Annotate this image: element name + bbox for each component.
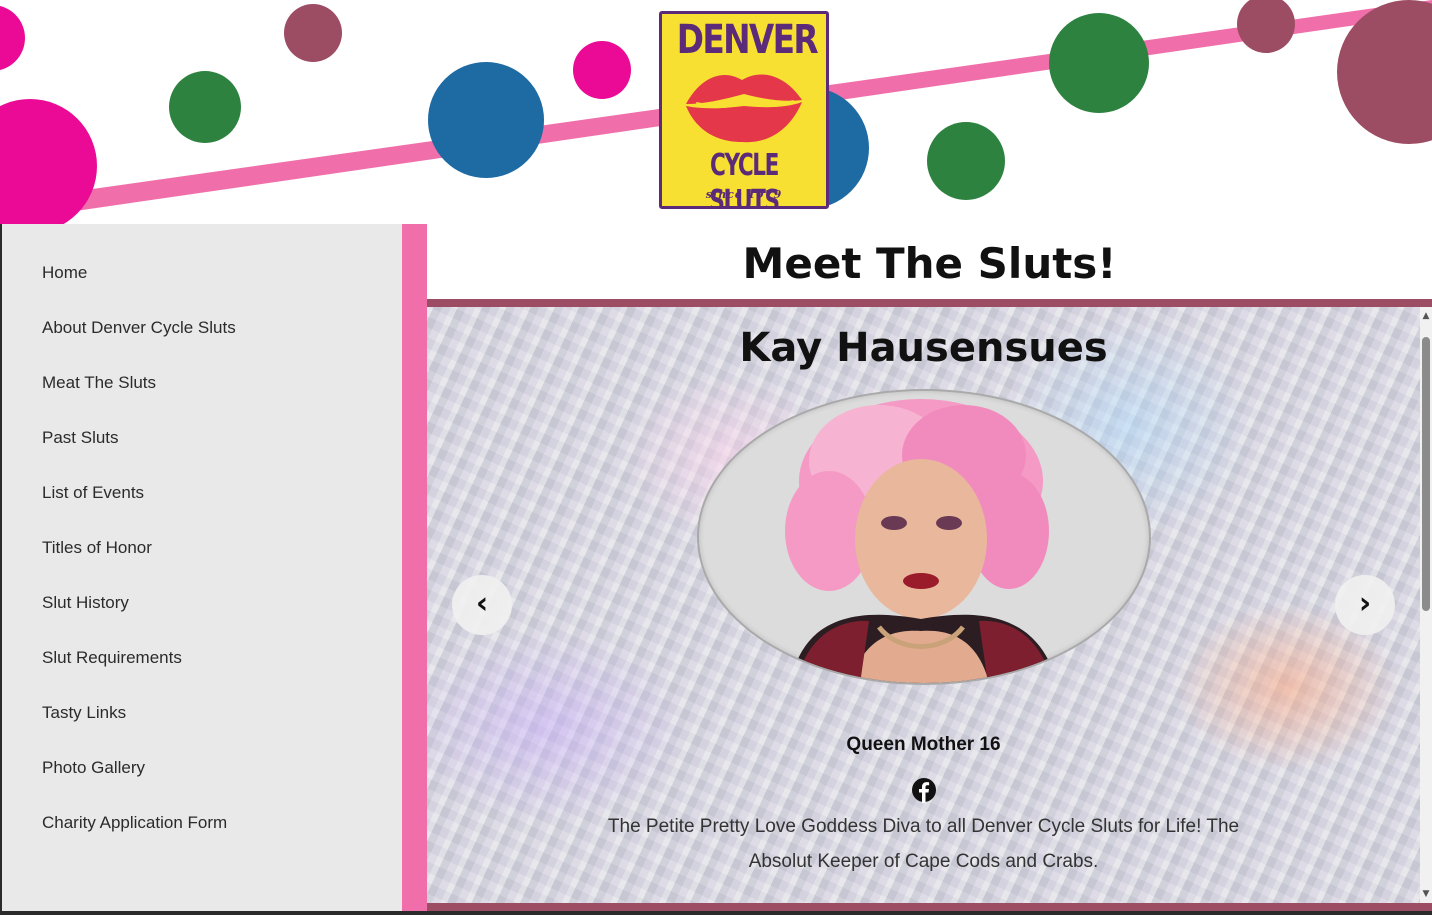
scroll-down-arrow-icon[interactable]: ▼: [1420, 887, 1432, 901]
sidebar-item-charity-form[interactable]: Charity Application Form: [42, 804, 427, 859]
site-header: DENVER CYCLE SLUTS since 1979: [0, 0, 1432, 224]
title-divider: [427, 299, 1432, 307]
member-photo: [697, 389, 1151, 685]
sidebar-item-events[interactable]: List of Events: [42, 474, 427, 529]
sidebar-item-meat-the-sluts[interactable]: Meat The Sluts: [42, 364, 427, 419]
sidebar-item-about[interactable]: About Denver Cycle Sluts: [42, 309, 427, 364]
logo-since: since 1979: [705, 188, 783, 201]
sidebar-item-gallery[interactable]: Photo Gallery: [42, 749, 427, 804]
member-description: The Petite Pretty Love Goddess Diva to a…: [607, 816, 1240, 872]
member-name: Kay Hausensues: [739, 325, 1108, 371]
main-content: Meet The Sluts! Kay Hausensues ‹ › Queen…: [427, 224, 1432, 915]
sidebar-item-titles[interactable]: Titles of Honor: [42, 529, 427, 584]
lips-icon: [686, 74, 802, 143]
page-bottom-edge: [0, 911, 1432, 915]
sidebar-item-links[interactable]: Tasty Links: [42, 694, 427, 749]
logo-text-top: DENVER: [676, 17, 819, 63]
page-title: Meet The Sluts!: [742, 239, 1117, 288]
portrait-illustration: [785, 399, 1057, 683]
scroll-up-arrow-icon[interactable]: ▲: [1420, 309, 1432, 323]
sidebar-item-history[interactable]: Slut History: [42, 584, 427, 639]
sidebar-nav: Home About Denver Cycle Sluts Meat The S…: [0, 224, 427, 915]
logo[interactable]: DENVER CYCLE SLUTS since 1979: [659, 11, 829, 209]
carousel-next-button[interactable]: ›: [1335, 575, 1395, 635]
member-carousel: Kay Hausensues ‹ › Queen Mother 16 The P…: [427, 307, 1420, 903]
carousel-scrollbar[interactable]: ▲ ▼: [1420, 307, 1432, 903]
sidebar-item-requirements[interactable]: Slut Requirements: [42, 639, 427, 694]
scrollbar-thumb[interactable]: [1422, 337, 1430, 611]
facebook-icon[interactable]: [911, 777, 937, 803]
member-title: Queen Mother 16: [846, 734, 1001, 755]
sidebar-item-home[interactable]: Home: [42, 254, 427, 309]
sidebar-item-past-sluts[interactable]: Past Sluts: [42, 419, 427, 474]
sidebar-stripe: [402, 224, 427, 915]
carousel-prev-button[interactable]: ‹: [452, 575, 512, 635]
